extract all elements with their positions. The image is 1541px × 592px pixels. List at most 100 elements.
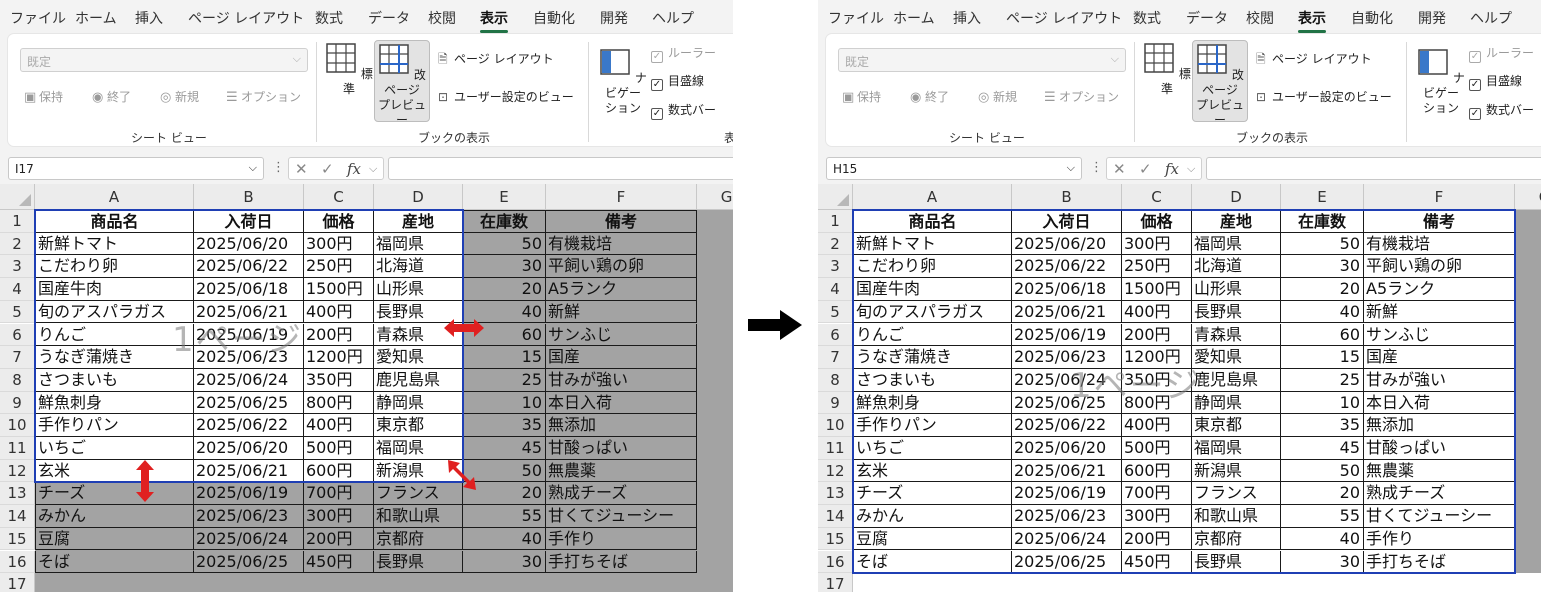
menu-automate[interactable]: 自動化 — [1351, 8, 1393, 28]
table-cell[interactable]: 新鮮トマト — [35, 232, 194, 256]
table-cell[interactable]: 20 — [1281, 482, 1364, 506]
column-header[interactable]: D — [1192, 184, 1281, 210]
page-break-preview-button[interactable]: 改ページ プレビュー — [374, 40, 430, 127]
page-layout-view-button[interactable]: 🗎 ページ レイアウト — [1256, 50, 1372, 71]
column-header[interactable]: D — [374, 184, 463, 210]
table-cell[interactable]: 国産牛肉 — [853, 278, 1012, 301]
table-cell[interactable]: 30 — [463, 255, 546, 279]
table-cell[interactable]: 旬のアスパラガス — [35, 300, 194, 324]
table-cell[interactable]: 新鮮 — [546, 300, 697, 324]
custom-views-button[interactable]: ⊡ ユーザー設定のビュー — [1256, 88, 1392, 105]
menu-home[interactable]: ホーム — [75, 8, 117, 28]
table-cell[interactable]: 鮮魚刺身 — [35, 391, 194, 415]
table-cell[interactable]: 無農薬 — [1364, 459, 1515, 483]
row-header[interactable]: 7 — [0, 346, 35, 369]
table-cell[interactable]: 2025/06/23 — [194, 505, 304, 528]
normal-view-button[interactable]: 標準 — [1142, 40, 1192, 122]
table-cell[interactable]: 2025/06/21 — [194, 459, 304, 483]
table-cell[interactable]: 25 — [463, 368, 546, 392]
menu-help[interactable]: ヘルプ — [1470, 8, 1512, 28]
table-cell[interactable]: 京都府 — [1192, 527, 1281, 551]
table-cell[interactable]: 鹿児島県 — [1192, 368, 1281, 392]
table-cell[interactable]: こだわり卵 — [853, 255, 1012, 279]
normal-view-button[interactable]: 標準 — [324, 40, 374, 122]
new-view-button[interactable]: ◎ 新規 — [978, 88, 1017, 105]
table-cell[interactable]: 400円 — [304, 414, 374, 437]
row-header[interactable]: 10 — [818, 414, 853, 437]
table-cell[interactable]: 1500円 — [304, 278, 374, 301]
table-cell[interactable]: 熟成チーズ — [546, 482, 697, 506]
table-cell[interactable]: 手作りパン — [853, 414, 1012, 437]
menu-page-layout[interactable]: ページ レイアウト — [1006, 8, 1122, 28]
table-cell[interactable]: 福岡県 — [374, 232, 463, 256]
custom-views-button[interactable]: ⊡ ユーザー設定のビュー — [438, 88, 574, 105]
table-cell[interactable]: 400円 — [304, 300, 374, 324]
table-cell[interactable]: いちご — [853, 437, 1012, 460]
table-cell[interactable]: 40 — [463, 527, 546, 551]
table-cell[interactable]: サンふじ — [546, 323, 697, 347]
cancel-icon[interactable]: ✕ — [295, 160, 308, 178]
table-cell[interactable]: 200円 — [1122, 323, 1192, 347]
menu-automate[interactable]: 自動化 — [533, 8, 575, 28]
menu-data[interactable]: データ — [368, 8, 410, 28]
table-cell[interactable]: チーズ — [35, 482, 194, 506]
table-cell[interactable]: うなぎ蒲焼き — [35, 346, 194, 369]
menu-developer[interactable]: 開発 — [600, 8, 628, 28]
row-header[interactable]: 1 — [818, 210, 853, 233]
row-header[interactable]: 11 — [0, 437, 35, 460]
table-cell[interactable]: 2025/06/19 — [194, 482, 304, 506]
table-cell[interactable]: 2025/06/23 — [1012, 505, 1122, 528]
menu-data[interactable]: データ — [1186, 8, 1228, 28]
table-cell[interactable]: 2025/06/25 — [1012, 391, 1122, 415]
table-cell[interactable]: りんご — [853, 323, 1012, 347]
table-cell[interactable]: 45 — [463, 437, 546, 460]
table-cell[interactable]: 40 — [1281, 527, 1364, 551]
row-header[interactable]: 14 — [0, 505, 35, 528]
table-cell[interactable]: 450円 — [1122, 550, 1192, 574]
table-cell[interactable]: 350円 — [304, 368, 374, 392]
table-cell[interactable]: 600円 — [304, 459, 374, 483]
table-cell[interactable]: 250円 — [1122, 255, 1192, 279]
table-cell[interactable]: 50 — [1281, 459, 1364, 483]
table-cell[interactable]: 35 — [463, 414, 546, 437]
table-cell[interactable]: 甘酸っぱい — [546, 437, 697, 460]
row-header[interactable]: 13 — [818, 482, 853, 506]
menu-review[interactable]: 校閲 — [428, 8, 456, 28]
table-cell[interactable]: 2025/06/25 — [1012, 550, 1122, 574]
menu-page-layout[interactable]: ページ レイアウト — [188, 8, 304, 28]
column-header[interactable]: A — [35, 184, 194, 210]
ruler-checkbox[interactable]: ✓ ルーラー — [651, 44, 716, 63]
table-cell[interactable]: 和歌山県 — [1192, 505, 1281, 528]
table-cell[interactable]: 青森県 — [1192, 323, 1281, 347]
table-cell[interactable]: 2025/06/19 — [1012, 323, 1122, 347]
menu-formulas[interactable]: 数式 — [315, 8, 343, 28]
keep-view-button[interactable]: ▣ 保持 — [24, 88, 63, 105]
table-cell[interactable]: 10 — [1281, 391, 1364, 415]
table-cell[interactable]: 甘くてジューシー — [1364, 505, 1515, 528]
table-cell[interactable]: 豆腐 — [35, 527, 194, 551]
table-cell[interactable]: 東京都 — [374, 414, 463, 437]
table-cell[interactable]: みかん — [853, 505, 1012, 528]
formula-input[interactable] — [388, 157, 733, 180]
row-header[interactable]: 2 — [0, 232, 35, 256]
page-layout-view-button[interactable]: 🗎 ページ レイアウト — [438, 50, 554, 71]
table-header-cell[interactable]: 備考 — [1364, 210, 1515, 233]
table-cell[interactable]: りんご — [35, 323, 194, 347]
table-cell[interactable]: 甘くてジューシー — [546, 505, 697, 528]
table-cell[interactable]: 本日入荷 — [546, 391, 697, 415]
table-header-cell[interactable]: 入荷日 — [194, 210, 304, 233]
table-cell[interactable]: 2025/06/25 — [194, 550, 304, 574]
column-header[interactable]: F — [546, 184, 697, 210]
insert-function-icon[interactable]: fx — [1165, 160, 1179, 178]
row-header[interactable]: 17 — [818, 573, 853, 592]
navigation-button[interactable]: ナビゲー ション — [1414, 44, 1468, 126]
table-cell[interactable]: 福岡県 — [1192, 232, 1281, 256]
table-cell[interactable]: 1200円 — [304, 346, 374, 369]
row-header[interactable]: 10 — [0, 414, 35, 437]
table-cell[interactable]: 2025/06/20 — [1012, 232, 1122, 256]
table-cell[interactable]: 2025/06/24 — [1012, 368, 1122, 392]
table-cell[interactable]: 25 — [1281, 368, 1364, 392]
table-cell[interactable]: 山形県 — [374, 278, 463, 301]
row-header[interactable]: 5 — [0, 300, 35, 324]
table-cell[interactable]: 和歌山県 — [374, 505, 463, 528]
